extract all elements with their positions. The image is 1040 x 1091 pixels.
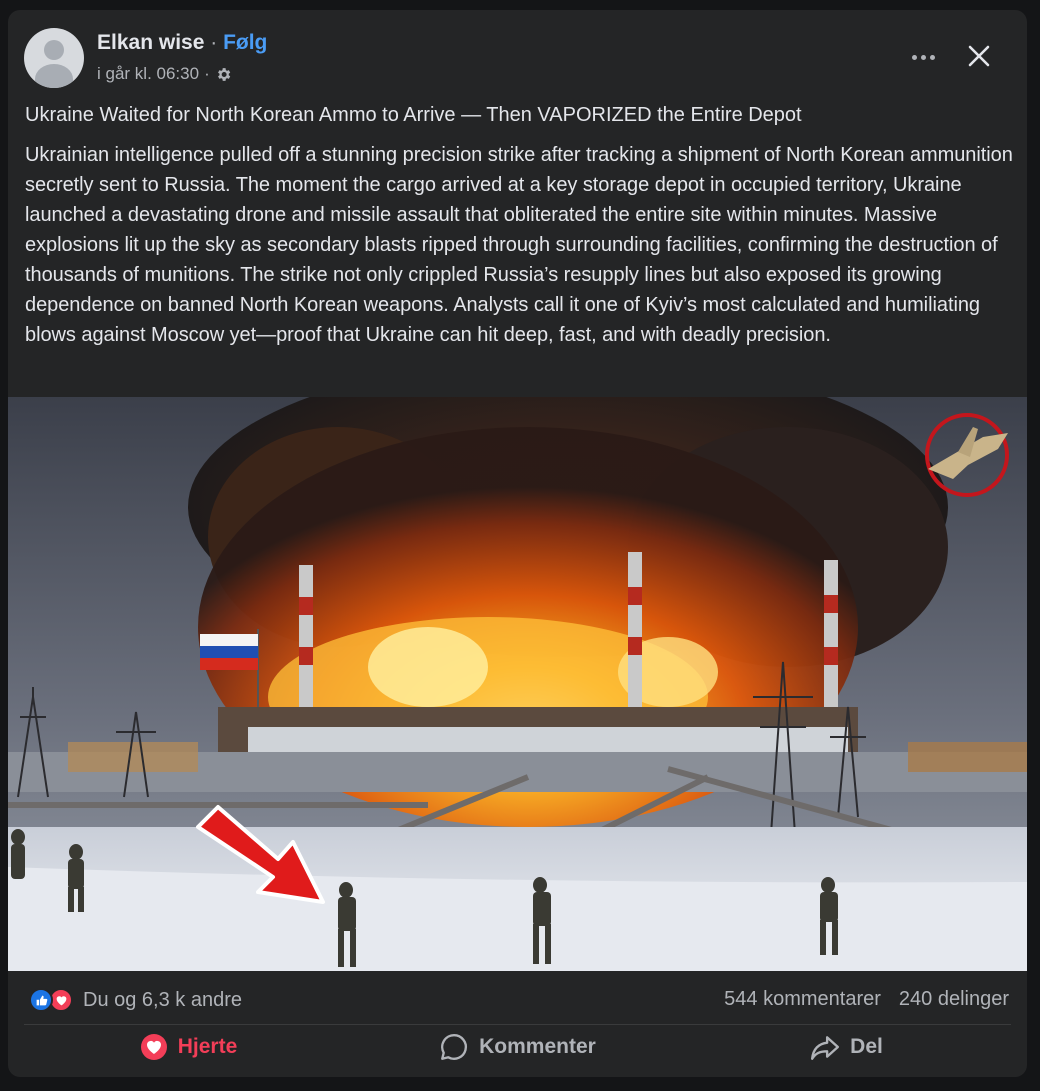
post-title: Ukraine Waited for North Korean Ammo to … <box>25 104 802 126</box>
post-body: Ukrainian intelligence pulled off a stun… <box>25 144 1013 346</box>
close-button[interactable] <box>961 38 997 74</box>
avatar-body <box>35 64 73 88</box>
more-dots-icon <box>911 54 917 60</box>
comment-label: Kommenter <box>479 1035 596 1058</box>
share-label: Del <box>850 1035 883 1058</box>
divider <box>24 1024 1011 1025</box>
post-header: Elkan wise · Følg i går kl. 06:30 · <box>24 28 1011 90</box>
action-bar: Hjerte Kommenter Del <box>24 1027 1011 1067</box>
like-icon <box>29 988 53 1012</box>
comments-count[interactable]: 544 kommentarer <box>724 988 881 1011</box>
reactions-count: Du og 6,3 k andre <box>83 988 242 1011</box>
explosion-depot-photo <box>8 397 1027 971</box>
share-button[interactable]: Del <box>682 1027 1011 1067</box>
author-line: Elkan wise · Følg <box>97 31 267 55</box>
follow-button[interactable]: Følg <box>223 31 267 54</box>
heart-label: Hjerte <box>177 1035 238 1058</box>
more-options-button[interactable] <box>905 46 941 68</box>
avatar-head <box>44 40 64 60</box>
engagement-stats: 544 kommentarer 240 delinger <box>724 988 1009 1011</box>
share-icon <box>811 1036 840 1060</box>
author-name[interactable]: Elkan wise <box>97 31 204 54</box>
meta-separator: · <box>204 64 210 83</box>
comment-icon <box>441 1034 468 1060</box>
heart-icon <box>140 1034 167 1060</box>
shares-count[interactable]: 240 delinger <box>899 988 1009 1011</box>
post-meta: i går kl. 06:30 · <box>97 64 232 84</box>
close-icon <box>968 45 990 67</box>
gear-icon[interactable] <box>215 66 232 83</box>
post-card: Elkan wise · Følg i går kl. 06:30 · Ukra… <box>8 10 1027 1077</box>
post-timestamp[interactable]: i går kl. 06:30 <box>97 64 199 84</box>
comment-button[interactable]: Kommenter <box>353 1027 682 1067</box>
post-image[interactable] <box>8 397 1027 971</box>
more-dot <box>929 54 935 60</box>
reaction-summary[interactable]: Du og 6,3 k andre <box>29 986 242 1014</box>
heart-button[interactable]: Hjerte <box>24 1027 353 1067</box>
author-avatar[interactable] <box>24 28 84 88</box>
author-separator: · <box>204 31 224 54</box>
more-dot <box>920 54 926 60</box>
